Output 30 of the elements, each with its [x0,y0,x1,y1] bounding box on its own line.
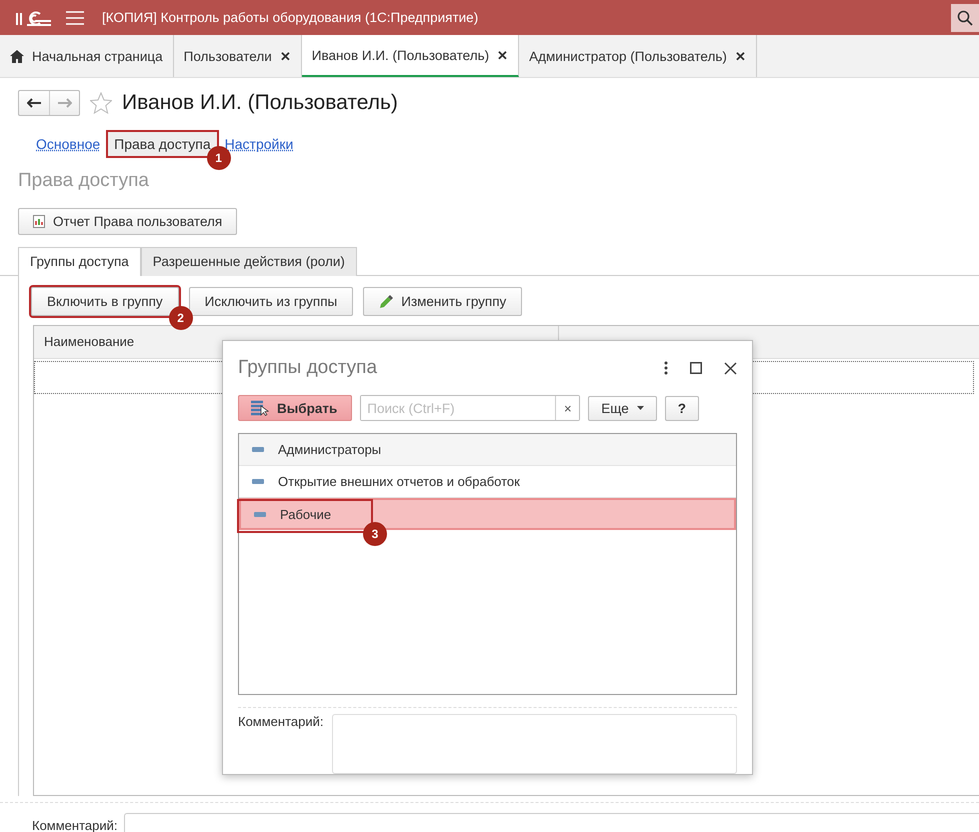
section-link[interactable]: Основное [30,132,106,156]
dialog-title: Группы доступа [238,357,378,379]
clear-button[interactable]: × [555,396,580,420]
comment-label: Комментарий: [32,818,118,832]
toolbar-button[interactable]: Включить в группу [31,287,179,316]
report-button[interactable]: Отчет Права пользователя [18,208,238,235]
tab[interactable]: Иванов И.И. (Пользователь) ✕ [302,35,520,77]
window-title: [КОПИЯ] Контроль работы оборудования (1С:Предприятие) [102,10,478,25]
subtab[interactable]: Группы доступа [18,247,141,276]
section-heading: Права доступа [18,170,149,192]
step-badge: 3 [363,522,387,546]
item-label: Рабочие [280,506,332,522]
search-field[interactable]: Поиск (Ctrl+F) × [360,395,580,421]
close-button[interactable]: ✕ [280,48,291,64]
form-title: Иванов И.И. (Пользователь) [122,91,398,115]
subtab[interactable]: Разрешенные действия (роли) [140,247,357,276]
list-item[interactable]: Рабочие [239,498,736,530]
item-label: Администраторы [278,442,382,457]
help-button[interactable]: ? [664,396,700,420]
toolbar-button[interactable]: Исключить из группы [188,287,354,316]
select-button[interactable]: Выбрать [238,395,352,421]
item-label: Открытие внешних отчетов и обработок [278,474,520,489]
close-button[interactable]: ✕ [497,48,508,62]
more-button[interactable]: Еще [588,396,657,420]
close-button[interactable]: ✕ [734,48,746,64]
tab[interactable]: Администратор (Пользователь) ✕ [519,35,757,77]
comment-label: Комментарий: [238,714,324,731]
tab[interactable]: Начальная страница [0,35,174,77]
toolbar-button[interactable]: Изменить группу [363,287,522,316]
list-item[interactable]: Администраторы [239,434,736,466]
